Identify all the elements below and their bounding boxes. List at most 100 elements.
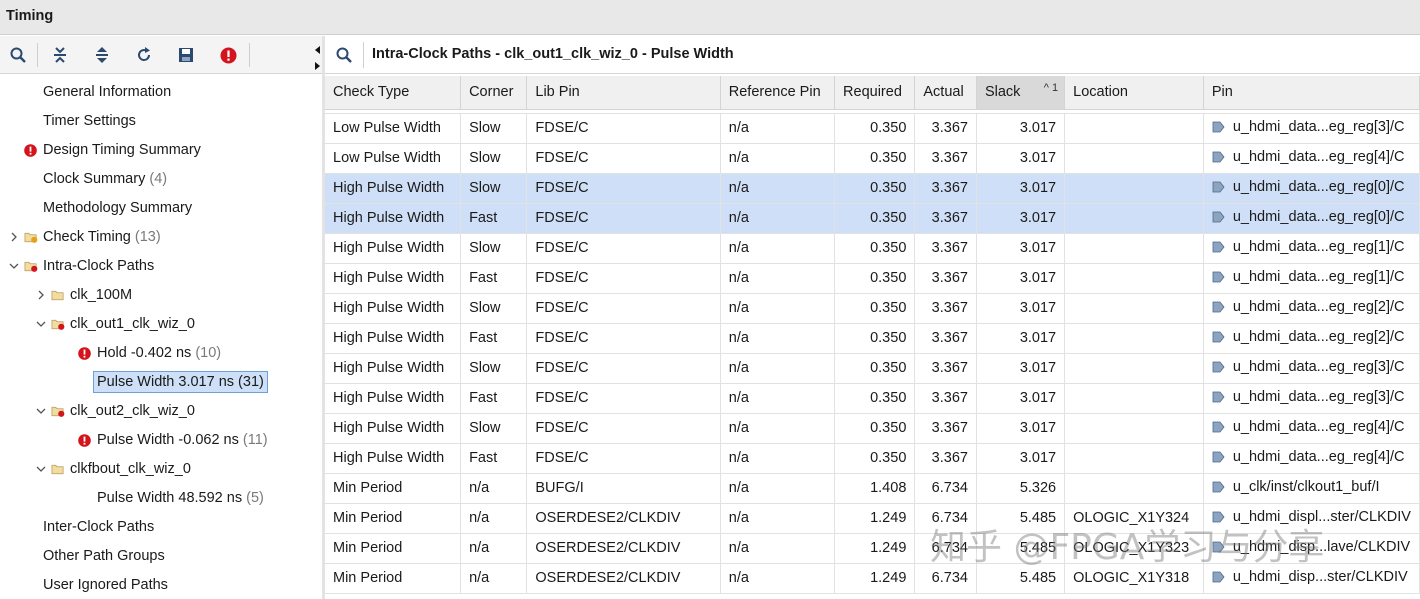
cell-value: High Pulse Width	[333, 270, 445, 286]
chevron-down-icon[interactable]	[35, 463, 47, 475]
cell-value: n/a	[728, 270, 749, 286]
tree-item-count: (5)	[246, 489, 264, 506]
cell-value: u_hdmi_data...eg_reg[1]/C	[1232, 239, 1405, 255]
table-row[interactable]: High Pulse Width Slow FDSE/C n/a 0.350 3.367 3…	[325, 353, 1420, 384]
table-cell: 3.367	[914, 383, 977, 414]
table-cell: 5.485	[976, 503, 1066, 534]
cell-value: 0.350	[870, 300, 907, 316]
tree-toolbar	[0, 36, 322, 74]
chevron-down-icon[interactable]	[8, 260, 20, 272]
table-row[interactable]: Min Period n/a OSERDESE2/CLKDIV n/a 1.249 6.7…	[325, 533, 1420, 564]
cell-value: FDSE/C	[535, 390, 589, 406]
tree-item[interactable]: clk_out2_clk_wiz_0	[35, 396, 195, 425]
cell-value: 3.017	[1019, 120, 1057, 136]
cell-value: 0.350	[870, 420, 907, 436]
table-cell: OSERDESE2/CLKDIV	[526, 503, 721, 534]
tree-item-label: Pulse Width 3.017 ns (31)	[93, 370, 268, 393]
pane-collapse-toggle[interactable]	[312, 44, 322, 74]
table-cell: 3.367	[914, 293, 977, 324]
table-row[interactable]: Low Pulse Width Slow FDSE/C n/a 0.350 3.367 3.…	[325, 143, 1420, 174]
table-cell: High Pulse Width	[325, 263, 462, 294]
chevron-right-icon[interactable]	[8, 231, 20, 243]
cell-value: 3.017	[1019, 270, 1057, 286]
table-cell	[1064, 473, 1204, 504]
tree-item[interactable]: Hold -0.402 ns (10)	[62, 338, 221, 367]
collapse-all-icon[interactable]	[46, 41, 74, 69]
tree-item[interactable]: Inter-Clock Paths	[8, 512, 154, 541]
table-row[interactable]: High Pulse Width Fast FDSE/C n/a 0.350 3.367 3…	[325, 383, 1420, 414]
column-header[interactable]: Actual	[914, 76, 977, 110]
tree-item[interactable]: Check Timing (13)	[8, 222, 161, 251]
tree-item[interactable]: Design Timing Summary	[8, 135, 201, 164]
table-row[interactable]: High Pulse Width Slow FDSE/C n/a 0.350 3.367 3…	[325, 173, 1420, 204]
tree-item-label: clkfbout_clk_wiz_0	[70, 460, 191, 477]
table-cell	[1064, 353, 1204, 384]
tree-item-label: General Information	[43, 83, 172, 100]
table-cell: 3.367	[914, 233, 977, 264]
table-cell: u_hdmi_data...eg_reg[2]/C	[1203, 323, 1420, 354]
sort-ascending-icon: ^ 1	[1043, 82, 1059, 94]
error-icon[interactable]	[214, 41, 242, 69]
tree-item[interactable]: clk_100M	[35, 280, 132, 309]
cell-value: 3.017	[1019, 210, 1057, 226]
table-row[interactable]: High Pulse Width Fast FDSE/C n/a 0.350 3.367 3…	[325, 443, 1420, 474]
table-cell: u_hdmi_data...eg_reg[4]/C	[1203, 443, 1420, 474]
column-header[interactable]: Check Type	[325, 76, 462, 110]
table-row[interactable]: High Pulse Width Fast FDSE/C n/a 0.350 3.367 3…	[325, 263, 1420, 294]
cell-value: n/a	[469, 480, 490, 496]
table-cell: Slow	[460, 113, 528, 144]
chevron-down-icon[interactable]	[35, 318, 47, 330]
tree-item[interactable]: Pulse Width -0.062 ns (11)	[62, 425, 268, 454]
cell-value: Fast	[469, 270, 498, 286]
column-header[interactable]: Reference Pin	[720, 76, 836, 110]
save-icon[interactable]	[172, 41, 200, 69]
tree-item[interactable]: User Ignored Paths	[8, 570, 168, 599]
table-cell: OSERDESE2/CLKDIV	[526, 533, 721, 564]
table-row[interactable]: High Pulse Width Slow FDSE/C n/a 0.350 3.367 3…	[325, 293, 1420, 324]
table-row[interactable]: High Pulse Width Slow FDSE/C n/a 0.350 3.367 3…	[325, 233, 1420, 264]
search-icon[interactable]	[4, 41, 32, 69]
tree-item[interactable]: clk_out1_clk_wiz_0	[35, 309, 195, 338]
column-header[interactable]: Lib Pin	[526, 76, 721, 110]
chevron-down-icon[interactable]	[35, 405, 47, 417]
table-cell: n/a	[720, 143, 836, 174]
tree-item[interactable]: clkfbout_clk_wiz_0	[35, 454, 191, 483]
tree-item[interactable]: Clock Summary (4)	[8, 164, 167, 193]
column-header[interactable]: Location	[1064, 76, 1204, 110]
table-row[interactable]: Min Period n/a OSERDESE2/CLKDIV n/a 1.249 6.7…	[325, 503, 1420, 534]
column-header[interactable]: Corner	[460, 76, 528, 110]
tree-item[interactable]: Pulse Width 3.017 ns (31)	[62, 367, 268, 396]
column-header[interactable]: Pin	[1203, 76, 1420, 110]
tree-item[interactable]: Pulse Width 48.592 ns (5)	[62, 483, 264, 512]
tree-item[interactable]: Intra-Clock Paths	[8, 251, 154, 280]
error-icon	[24, 143, 38, 157]
tree-item[interactable]: Methodology Summary	[8, 193, 192, 222]
column-header[interactable]: Required	[834, 76, 916, 110]
search-icon[interactable]	[335, 46, 353, 68]
table-cell	[1064, 233, 1204, 264]
table-row[interactable]: High Pulse Width Slow FDSE/C n/a 0.350 3.367 3…	[325, 413, 1420, 444]
cell-value: n/a	[728, 570, 749, 586]
table-cell: n/a	[720, 563, 836, 594]
table-cell: FDSE/C	[526, 323, 721, 354]
table-cell: 0.350	[834, 443, 916, 474]
table-row[interactable]: Min Period n/a BUFG/I n/a 1.408 6.734 5.326 u_c…	[325, 473, 1420, 504]
table-row[interactable]: Low Pulse Width Slow FDSE/C n/a 0.350 3.367 3.…	[325, 113, 1420, 144]
chevron-right-icon[interactable]	[35, 289, 47, 301]
refresh-icon[interactable]	[130, 41, 158, 69]
expand-all-icon[interactable]	[88, 41, 116, 69]
table-cell: Fast	[460, 263, 528, 294]
tree-item-label: clk_out1_clk_wiz_0	[70, 315, 195, 332]
table-cell: 3.017	[976, 203, 1066, 234]
cell-value: 5.326	[1019, 480, 1057, 496]
table-cell: n/a	[720, 383, 836, 414]
table-cell: 3.017	[976, 233, 1066, 264]
table-row[interactable]: High Pulse Width Fast FDSE/C n/a 0.350 3.367 3…	[325, 323, 1420, 354]
tree-item[interactable]: Other Path Groups	[8, 541, 165, 570]
column-header-label: Location	[1073, 84, 1128, 101]
table-row[interactable]: High Pulse Width Fast FDSE/C n/a 0.350 3.367 3…	[325, 203, 1420, 234]
tree-item[interactable]: General Information	[8, 77, 171, 106]
table-row[interactable]: Min Period n/a OSERDESE2/CLKDIV n/a 1.249 6.7…	[325, 563, 1420, 594]
tree-item[interactable]: Timer Settings	[8, 106, 136, 135]
column-header[interactable]: Slack ^ 1	[976, 76, 1066, 110]
